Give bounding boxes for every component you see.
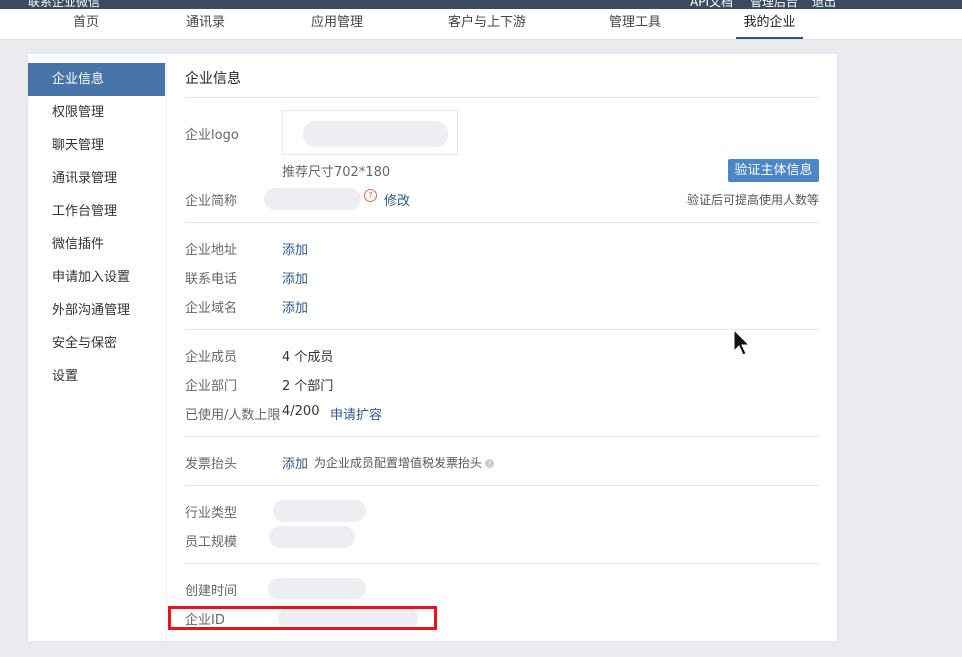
- members-label: 企业成员: [185, 350, 238, 365]
- nav-tools[interactable]: 管理工具: [609, 9, 661, 39]
- main-panel: 企业信息 企业logo 推荐尺寸702*180 验证主体信息 企业简称 ? 修改…: [185, 54, 819, 641]
- add-domain-link[interactable]: 添加: [282, 297, 308, 316]
- sidebar-item-wechat-plugin[interactable]: 微信插件: [28, 228, 165, 261]
- sidebar-item-workbench[interactable]: 工作台管理: [28, 195, 165, 228]
- usage-label: 已使用/人数上限: [185, 408, 281, 423]
- scale-label: 员工规模: [185, 535, 238, 550]
- edit-short-name-link[interactable]: 修改: [384, 190, 410, 209]
- divider: [185, 563, 819, 564]
- nav-customers[interactable]: 客户与上下游: [448, 9, 526, 39]
- domain-label: 企业域名: [185, 301, 238, 316]
- short-name-value: [264, 188, 361, 210]
- logo-upload[interactable]: [282, 110, 458, 155]
- divider: [185, 329, 819, 330]
- mouse-cursor-icon: [733, 329, 751, 356]
- add-invoice-link[interactable]: 添加: [282, 453, 308, 472]
- sidebar-item-security[interactable]: 安全与保密: [28, 327, 165, 360]
- industry-value: [273, 500, 366, 522]
- divider: [185, 436, 819, 437]
- info-icon[interactable]: i: [485, 459, 495, 468]
- main-nav: 首页 通讯录 应用管理 客户与上下游 管理工具 我的企业: [0, 9, 962, 40]
- sidebar-item-settings[interactable]: 设置: [28, 360, 165, 393]
- page-title: 企业信息: [185, 71, 241, 87]
- add-phone-link[interactable]: 添加: [282, 268, 308, 287]
- admin-link[interactable]: 管理后台: [750, 0, 798, 9]
- nav-home[interactable]: 首页: [73, 9, 99, 39]
- short-name-label: 企业简称: [185, 194, 238, 209]
- usage-value: 4/200: [282, 404, 320, 419]
- content-card: 企业信息 权限管理 聊天管理 通讯录管理 工作台管理 微信插件 申请加入设置 外…: [28, 54, 837, 641]
- highlight-box: [168, 606, 437, 630]
- logo-label: 企业logo: [185, 128, 239, 143]
- address-label: 企业地址: [185, 243, 238, 258]
- add-address-link[interactable]: 添加: [282, 239, 308, 258]
- sidebar-item-permissions[interactable]: 权限管理: [28, 96, 165, 129]
- departments-value: 2 个部门: [282, 379, 334, 394]
- sidebar-item-contacts[interactable]: 通讯录管理: [28, 162, 165, 195]
- request-expand-link[interactable]: 申请扩容: [330, 404, 382, 423]
- created-label: 创建时间: [185, 584, 238, 599]
- top-bar: 联系企业微信 API文档 管理后台 退出: [0, 0, 962, 9]
- invoice-hint: 为企业成员配置增值税发票抬头: [314, 456, 483, 470]
- members-value: 4 个成员: [282, 350, 334, 365]
- api-doc-link[interactable]: API文档: [690, 0, 733, 9]
- phone-label: 联系电话: [185, 272, 238, 287]
- departments-label: 企业部门: [185, 379, 238, 394]
- logo-image: [303, 121, 448, 147]
- logout-link[interactable]: 退出: [812, 0, 836, 9]
- sidebar: 企业信息 权限管理 聊天管理 通讯录管理 工作台管理 微信插件 申请加入设置 外…: [28, 54, 167, 641]
- sidebar-item-external[interactable]: 外部沟通管理: [28, 294, 165, 327]
- divider: [185, 222, 819, 223]
- sidebar-item-company-info[interactable]: 企业信息: [28, 63, 165, 96]
- created-value: [268, 578, 366, 599]
- divider: [185, 485, 819, 486]
- invoice-hint-wrap: 为企业成员配置增值税发票抬头 i: [314, 454, 495, 471]
- sidebar-item-chat[interactable]: 聊天管理: [28, 129, 165, 162]
- top-bar-title: 联系企业微信: [28, 0, 101, 9]
- logo-size-hint: 推荐尺寸702*180: [282, 165, 391, 180]
- scale-value: [269, 526, 355, 548]
- divider: [185, 97, 819, 98]
- nav-my-company[interactable]: 我的企业: [736, 9, 803, 39]
- verify-entity-button[interactable]: 验证主体信息: [728, 159, 819, 182]
- sidebar-item-join-settings[interactable]: 申请加入设置: [28, 261, 165, 294]
- nav-apps[interactable]: 应用管理: [311, 9, 363, 39]
- help-icon[interactable]: ?: [364, 189, 377, 202]
- industry-label: 行业类型: [185, 506, 238, 521]
- invoice-label: 发票抬头: [185, 457, 238, 472]
- verify-hint: 验证后可提高使用人数等: [687, 193, 820, 207]
- nav-contacts[interactable]: 通讯录: [186, 9, 225, 39]
